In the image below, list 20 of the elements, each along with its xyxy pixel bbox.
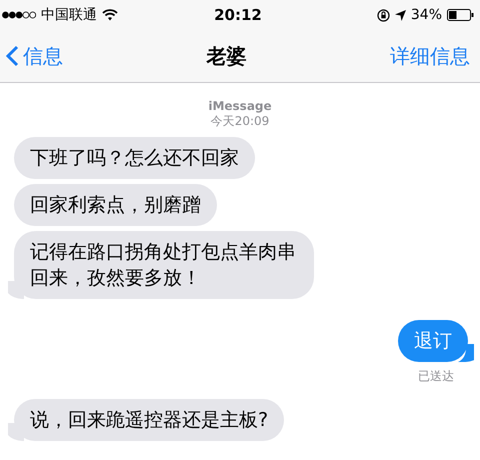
message-bubble: 回家利索点，别磨蹭: [14, 184, 217, 226]
message-bubble: 下班了吗？怎么还不回家: [14, 137, 255, 179]
back-button[interactable]: 信息: [6, 42, 63, 70]
message-bubble: 退订: [398, 320, 468, 362]
delivery-status: 已送达: [418, 368, 454, 385]
details-link[interactable]: 详细信息: [390, 42, 470, 70]
message-bubble: 说，回来跪遥控器还是主板?: [14, 399, 284, 441]
contact-name: 老婆: [206, 42, 246, 70]
timestamp: 今天20:09: [210, 114, 270, 129]
signal-icon: [2, 11, 36, 19]
service-label: iMessage: [208, 99, 272, 114]
chevron-left-icon: [6, 45, 19, 67]
wifi-icon: [102, 9, 118, 21]
carrier-name: 中国联通: [41, 6, 97, 24]
battery-percent: 34%: [410, 7, 442, 23]
message-bubble: 记得在路口拐角处打包点羊肉串回来，孜然要多放！: [14, 231, 314, 299]
battery-icon: [447, 9, 474, 21]
location-arrow-icon: [394, 10, 406, 20]
clock-time: 20:12: [214, 6, 262, 24]
rotation-lock-icon: [376, 8, 390, 22]
